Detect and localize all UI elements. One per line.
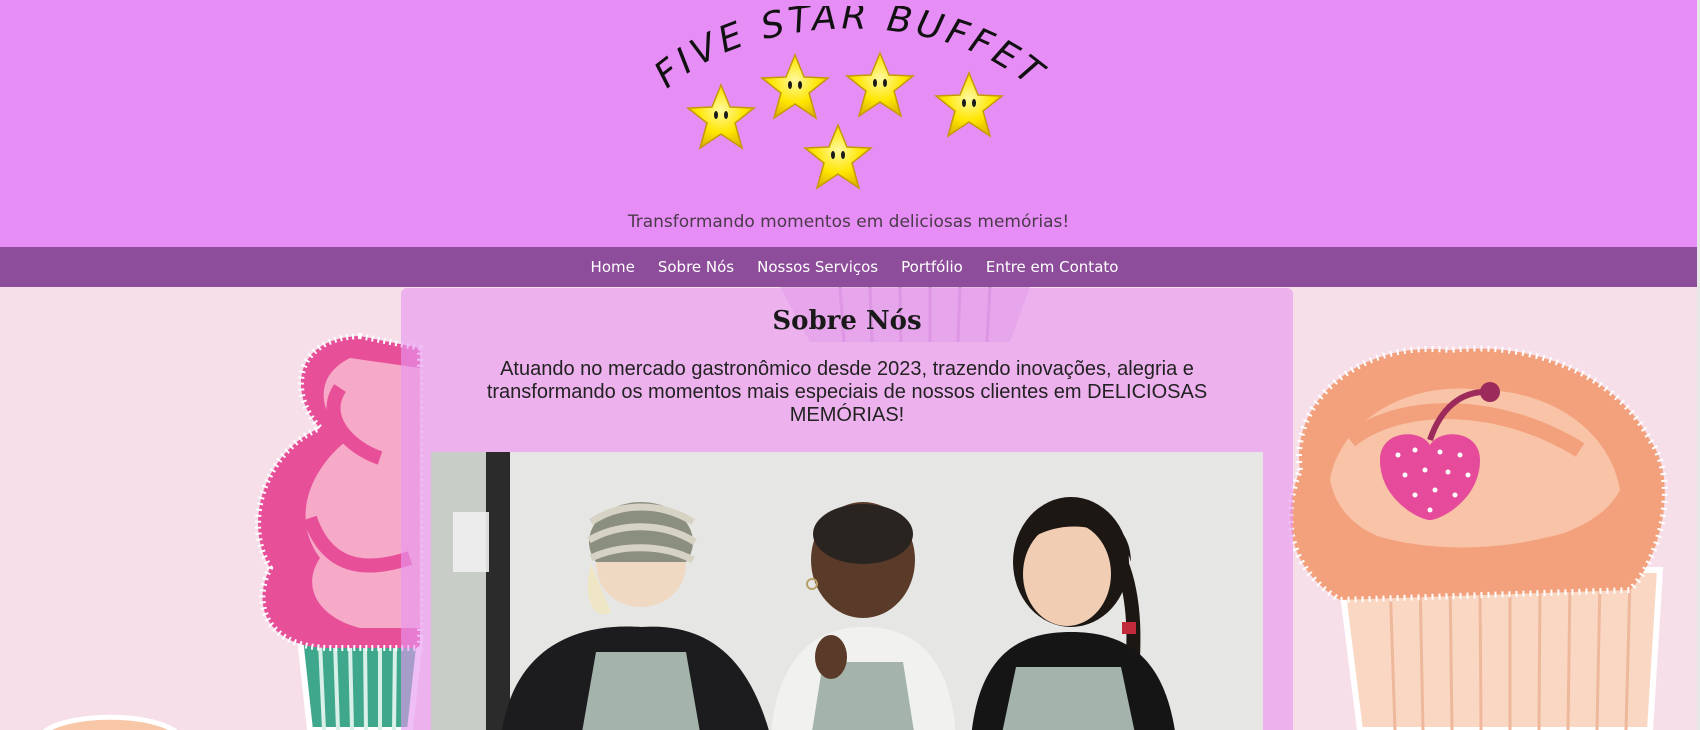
star-icon [687, 84, 755, 149]
nav-home[interactable]: Home [591, 258, 635, 276]
site-header: FIVE STAR BUFFET Transformando momentos … [0, 0, 1697, 247]
star-icon [846, 52, 914, 117]
star-icon [935, 72, 1003, 137]
nav-nossos-servicos[interactable]: Nossos Serviços [757, 258, 878, 276]
logo-text: FIVE STAR BUFFET [647, 6, 1049, 96]
star-icon [761, 54, 829, 119]
section-text: Atuando no mercado gastronômico desde 20… [486, 358, 1208, 426]
about-section: Sobre Nós Atuando no mercado gastronômic… [401, 288, 1293, 730]
nav-contato[interactable]: Entre em Contato [986, 258, 1119, 276]
nav-sobre-nos[interactable]: Sobre Nós [658, 258, 734, 276]
nav-portfolio[interactable]: Portfólio [901, 258, 963, 276]
tagline: Transformando momentos em deliciosas mem… [627, 212, 1070, 232]
section-title: Sobre Nós [772, 306, 922, 336]
star-icon [804, 124, 872, 189]
cupcake-right-illustration [1287, 345, 1668, 730]
logo[interactable]: FIVE STAR BUFFET [640, 6, 1060, 202]
svg-text:FIVE STAR BUFFET: FIVE STAR BUFFET [647, 6, 1053, 96]
team-photo [431, 452, 1263, 730]
main-nav: Home Sobre Nós Nossos Serviços Portfólio… [0, 247, 1697, 287]
cupcake-bottom-illustration [42, 714, 178, 730]
